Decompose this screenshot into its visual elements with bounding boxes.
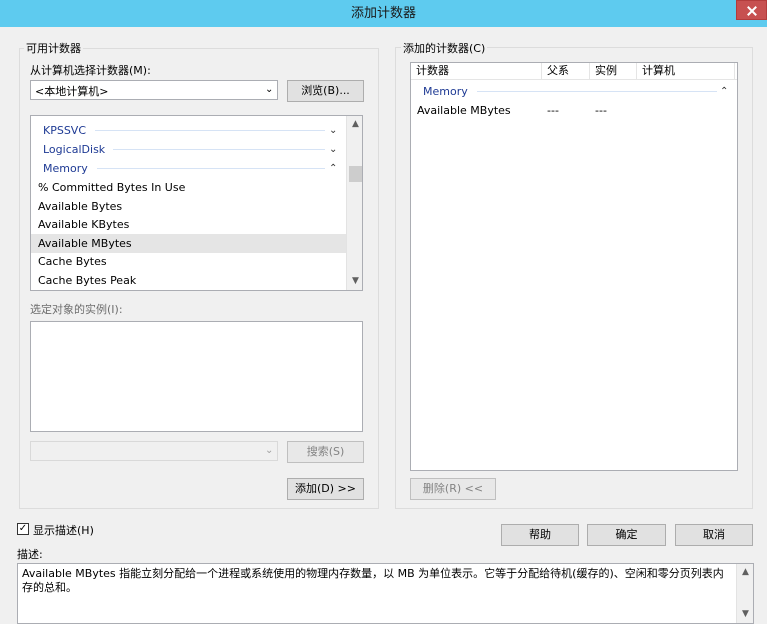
cell-instance: ---: [595, 104, 607, 117]
table-row[interactable]: Available MBytes --- ---: [411, 101, 737, 120]
counter-list-scrollbar[interactable]: ▲ ▼: [346, 116, 362, 290]
computer-select[interactable]: <本地计算机> ⌄: [30, 80, 278, 100]
column-header-counter[interactable]: 计数器: [411, 63, 542, 79]
chevron-down-icon: ⌄: [265, 445, 274, 456]
ok-button[interactable]: 确定: [587, 524, 666, 546]
scroll-up-icon[interactable]: ▲: [348, 117, 362, 132]
chevron-up-icon[interactable]: ⌃: [720, 82, 728, 101]
scroll-down-icon[interactable]: ▼: [348, 274, 362, 289]
list-item-logicaldisk[interactable]: LogicalDisk ⌄: [31, 140, 346, 159]
list-item-counter[interactable]: Available Bytes: [31, 197, 346, 216]
cancel-button[interactable]: 取消: [675, 524, 753, 546]
list-item-counter[interactable]: Available KBytes: [31, 215, 346, 234]
description-scrollbar[interactable]: ▲ ▼: [736, 564, 753, 623]
instances-list[interactable]: [30, 321, 363, 432]
column-header-computer[interactable]: 计算机: [637, 63, 735, 79]
list-item-counter[interactable]: Cache Bytes: [31, 252, 346, 271]
close-button[interactable]: [736, 0, 767, 20]
window-title: 添加计数器: [350, 6, 416, 21]
chevron-down-icon[interactable]: ⌄: [329, 121, 337, 140]
category-separator: [113, 149, 325, 150]
chevron-down-icon[interactable]: ⌄: [329, 140, 337, 159]
category-label: KPSSVC: [43, 124, 87, 137]
category-separator: [95, 130, 325, 131]
description-box[interactable]: Available MBytes 指能立刻分配给一个进程或系统使用的物理内存数量…: [17, 563, 754, 624]
added-counters-table[interactable]: 计数器 父系 实例 计算机 Memory ⌃ Available MBytes …: [410, 62, 738, 471]
counter-list[interactable]: KPSSVC ⌄ LogicalDisk ⌄ Memory ⌃ % Commit…: [30, 115, 363, 291]
list-item-kpssvc[interactable]: KPSSVC ⌄: [31, 121, 346, 140]
added-counters-label: 添加的计数器(C): [401, 40, 488, 56]
list-item-memory[interactable]: Memory ⌃: [31, 159, 346, 178]
help-button[interactable]: 帮助: [501, 524, 579, 546]
chevron-up-icon[interactable]: ⌃: [329, 159, 337, 178]
remove-button[interactable]: 删除(R) <<: [410, 478, 496, 500]
column-header-instance[interactable]: 实例: [590, 63, 637, 79]
category-label: LogicalDisk: [43, 143, 106, 156]
column-header-parent[interactable]: 父系: [542, 63, 590, 79]
table-header: 计数器 父系 实例 计算机: [411, 63, 737, 80]
instance-search-input[interactable]: ⌄: [30, 441, 278, 461]
computer-select-value: <本地计算机>: [35, 85, 109, 98]
description-label: 描述:: [17, 548, 43, 561]
description-text: Available MBytes 指能立刻分配给一个进程或系统使用的物理内存数量…: [22, 567, 724, 594]
cell-parent: ---: [547, 104, 559, 117]
show-description-checkbox[interactable]: ✓: [17, 523, 29, 535]
select-computer-label: 从计算机选择计数器(M):: [30, 64, 151, 77]
list-item-counter-selected[interactable]: Available MBytes: [31, 234, 346, 253]
category-separator: [97, 168, 325, 169]
scroll-up-icon[interactable]: ▲: [738, 565, 753, 580]
browse-button[interactable]: 浏览(B)...: [287, 80, 364, 102]
cell-counter: Available MBytes: [417, 104, 511, 117]
search-button[interactable]: 搜索(S): [287, 441, 364, 463]
category-label: Memory: [43, 162, 88, 175]
add-button[interactable]: 添加(D) >>: [287, 478, 364, 500]
table-group-memory[interactable]: Memory ⌃: [411, 82, 737, 101]
group-separator: [477, 91, 717, 92]
show-description-label[interactable]: 显示描述(H): [33, 522, 94, 538]
available-counters-label: 可用计数器: [24, 40, 83, 56]
title-bar: 添加计数器: [0, 0, 767, 27]
list-item-counter[interactable]: Cache Bytes Peak: [31, 271, 346, 290]
scroll-thumb[interactable]: [349, 166, 362, 182]
group-label: Memory: [423, 85, 468, 98]
instances-label: 选定对象的实例(I):: [30, 303, 123, 316]
scroll-down-icon[interactable]: ▼: [738, 607, 753, 622]
chevron-down-icon: ⌄: [265, 84, 274, 95]
list-item-counter[interactable]: % Committed Bytes In Use: [31, 178, 346, 197]
